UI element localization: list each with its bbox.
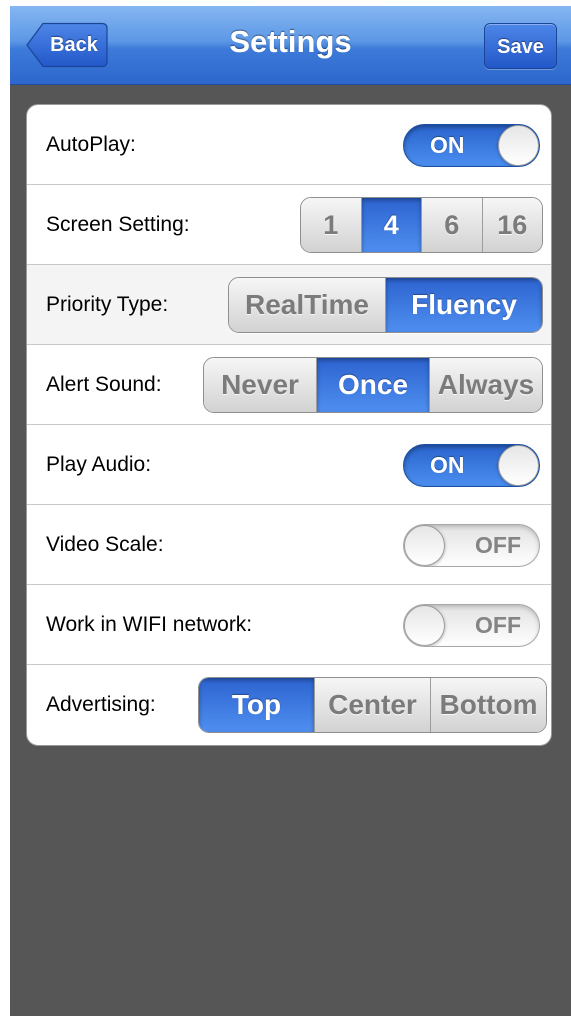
setting-row-wifi: Work in WIFI network: OFF: [27, 585, 551, 665]
video-scale-toggle-state: OFF: [475, 532, 521, 558]
play-audio-toggle-knob: [498, 445, 539, 486]
setting-row-advertising: Advertising: Top Center Bottom: [27, 665, 551, 745]
screen-option-1[interactable]: 1: [301, 198, 361, 252]
video-scale-label: Video Scale:: [46, 533, 164, 556]
alert-sound-segmented: Never Once Always: [203, 357, 543, 413]
advertising-option-bottom[interactable]: Bottom: [430, 678, 546, 732]
priority-option-fluency[interactable]: Fluency: [385, 278, 542, 332]
setting-row-play-audio: Play Audio: ON: [27, 425, 551, 505]
wifi-toggle-state: OFF: [475, 612, 521, 638]
autoplay-toggle-state: ON: [430, 132, 465, 158]
play-audio-toggle-state: ON: [430, 452, 465, 478]
save-button[interactable]: Save: [484, 23, 557, 69]
autoplay-toggle[interactable]: ON: [403, 124, 540, 167]
advertising-label: Advertising:: [46, 693, 156, 716]
screen-option-16[interactable]: 16: [481, 198, 542, 252]
screen-setting-label: Screen Setting:: [46, 213, 190, 236]
autoplay-toggle-knob: [498, 125, 539, 166]
settings-group: AutoPlay: ON Screen Setting: 1 4 6 16 Pr…: [26, 104, 552, 746]
priority-type-segmented: RealTime Fluency: [228, 277, 543, 333]
alert-sound-label: Alert Sound:: [46, 373, 162, 396]
video-scale-toggle-knob: [404, 525, 445, 566]
screen-option-4[interactable]: 4: [360, 198, 421, 252]
advertising-segmented: Top Center Bottom: [198, 677, 547, 733]
setting-row-video-scale: Video Scale: OFF: [27, 505, 551, 585]
setting-row-screen: Screen Setting: 1 4 6 16: [27, 185, 551, 265]
video-scale-toggle[interactable]: OFF: [403, 524, 540, 567]
settings-screen: Back Settings Save AutoPlay: ON Screen S…: [10, 6, 571, 1016]
wifi-label: Work in WIFI network:: [46, 613, 253, 636]
alert-option-never[interactable]: Never: [204, 358, 316, 412]
screen-setting-segmented: 1 4 6 16: [300, 197, 543, 253]
setting-row-priority: Priority Type: RealTime Fluency: [27, 265, 551, 345]
priority-option-realtime[interactable]: RealTime: [229, 278, 385, 332]
advertising-option-center[interactable]: Center: [314, 678, 430, 732]
play-audio-toggle[interactable]: ON: [403, 444, 540, 487]
advertising-option-top[interactable]: Top: [199, 678, 314, 732]
screen-option-6[interactable]: 6: [421, 198, 482, 252]
priority-type-label: Priority Type:: [46, 293, 169, 316]
wifi-toggle-knob: [404, 605, 445, 646]
setting-row-autoplay: AutoPlay: ON: [27, 105, 551, 185]
play-audio-label: Play Audio:: [46, 453, 152, 476]
setting-row-alert-sound: Alert Sound: Never Once Always: [27, 345, 551, 425]
alert-option-always[interactable]: Always: [429, 358, 542, 412]
autoplay-label: AutoPlay:: [46, 133, 136, 156]
alert-option-once[interactable]: Once: [316, 358, 429, 412]
wifi-toggle[interactable]: OFF: [403, 604, 540, 647]
navigation-bar: Back Settings Save: [10, 6, 571, 85]
